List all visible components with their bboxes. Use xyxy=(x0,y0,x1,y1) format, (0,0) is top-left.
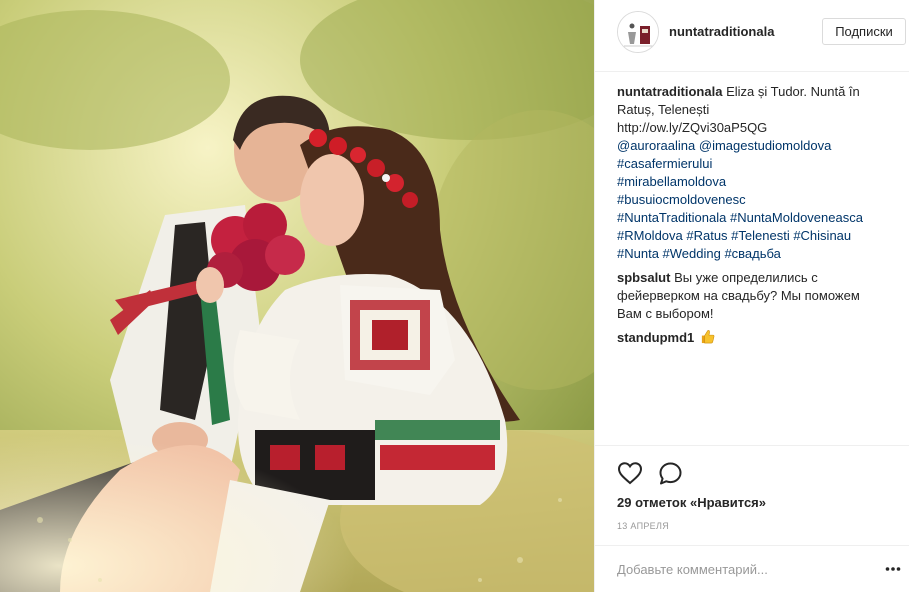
post-photo-illustration xyxy=(0,0,594,592)
mention-link[interactable]: @imagestudiomoldova xyxy=(699,138,831,153)
hashtag-link[interactable]: #RMoldova #Ratus #Telenesti #Chisinau xyxy=(617,227,887,245)
comment-username[interactable]: spbsalut xyxy=(617,270,670,285)
avatar-logo-icon xyxy=(618,12,658,52)
thumbs-up-icon xyxy=(700,329,715,349)
hashtag-link[interactable]: #mirabellamoldova xyxy=(617,173,887,191)
hashtag-link[interactable]: #NuntaTraditionala #NuntaMoldoveneasca xyxy=(617,209,887,227)
caption-url[interactable]: http://ow.ly/ZQvi30aP5QG xyxy=(617,119,887,137)
hashtag-link[interactable]: #casafermierului xyxy=(617,155,887,173)
post-details-panel: nuntatraditionala Подписки nuntatraditio… xyxy=(594,0,909,592)
comments-list: nuntatraditionala Eliza și Tudor. Nuntă … xyxy=(617,80,887,349)
heart-icon[interactable] xyxy=(617,461,643,485)
comment: standupmd1 xyxy=(617,329,887,349)
hashtag-link[interactable]: #busuiocmoldovenesc xyxy=(617,191,887,209)
likes-count[interactable]: 29 отметок «Нравится» xyxy=(617,495,766,510)
ellipsis-icon[interactable] xyxy=(885,562,901,576)
comment-username[interactable]: standupmd1 xyxy=(617,330,694,345)
post-photo[interactable] xyxy=(0,0,594,592)
post-date[interactable]: 13 апреля xyxy=(617,521,669,531)
hashtag-link[interactable]: #Nunta #Wedding #свадьба xyxy=(617,245,887,263)
avatar[interactable] xyxy=(617,11,659,53)
mention-link[interactable]: @auroraalina xyxy=(617,138,695,153)
comment-icon[interactable] xyxy=(658,461,683,486)
caption-comment: nuntatraditionala Eliza și Tudor. Nuntă … xyxy=(617,83,887,263)
follow-button[interactable]: Подписки xyxy=(822,18,906,45)
caption-username[interactable]: nuntatraditionala xyxy=(617,84,722,99)
comment: spbsalut Вы уже определились с фейерверк… xyxy=(617,269,887,323)
add-comment-bar xyxy=(595,545,909,592)
comment-input[interactable] xyxy=(617,558,857,580)
post-actions: 29 отметок «Нравится» 13 апреля xyxy=(595,445,909,592)
header-username[interactable]: nuntatraditionala xyxy=(669,24,774,39)
caption-mentions: @auroraalina @imagestudiomoldova xyxy=(617,137,887,155)
post-header: nuntatraditionala Подписки xyxy=(595,0,909,72)
